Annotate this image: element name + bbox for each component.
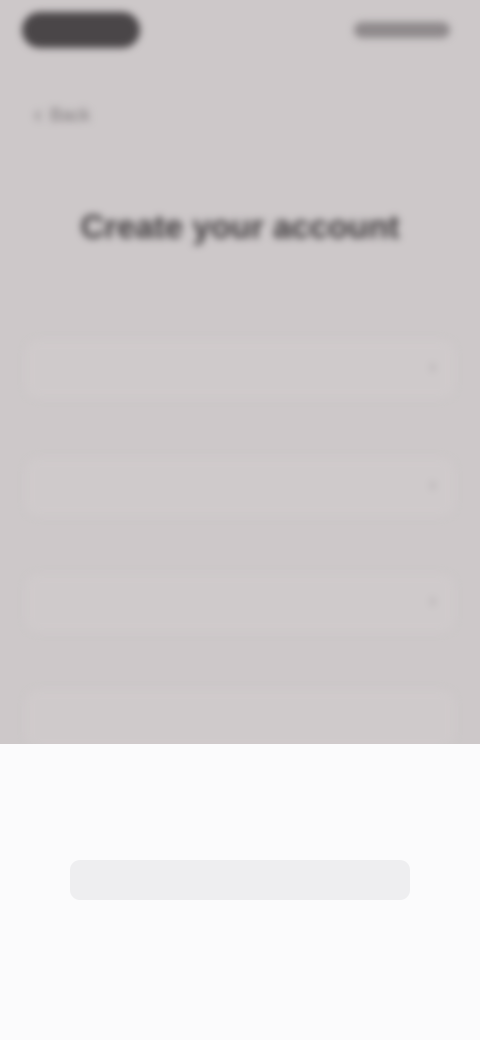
picker-row[interactable] <box>100 946 220 972</box>
form-field[interactable] <box>26 690 454 748</box>
picker-sheet[interactable] <box>0 744 480 1040</box>
picker-row[interactable] <box>300 828 400 854</box>
picker-row[interactable] <box>100 828 220 854</box>
form-field[interactable]: › <box>26 340 454 398</box>
picker-row-selected[interactable] <box>296 868 406 894</box>
picker-row[interactable] <box>100 908 220 934</box>
chevron-right-icon: › <box>429 356 436 378</box>
status-icons <box>354 22 450 38</box>
picker-row[interactable] <box>100 790 220 816</box>
status-pill <box>22 12 140 48</box>
chevron-left-icon: ‹ <box>34 101 42 128</box>
picker-row-selected[interactable] <box>86 868 236 894</box>
picker-row[interactable] <box>300 790 400 816</box>
picker-row[interactable] <box>300 946 400 972</box>
back-button[interactable]: ‹ Back <box>34 100 90 130</box>
back-label: Back <box>50 104 91 125</box>
status-bar <box>0 0 480 64</box>
chevron-right-icon: › <box>429 474 436 496</box>
picker-row[interactable] <box>300 908 400 934</box>
form-field[interactable]: › <box>26 458 454 516</box>
screen: ‹ Back Create your account › › › <box>0 0 480 1040</box>
page-title: Create your account <box>80 208 400 245</box>
form-field[interactable]: › <box>26 574 454 632</box>
chevron-right-icon: › <box>429 590 436 612</box>
